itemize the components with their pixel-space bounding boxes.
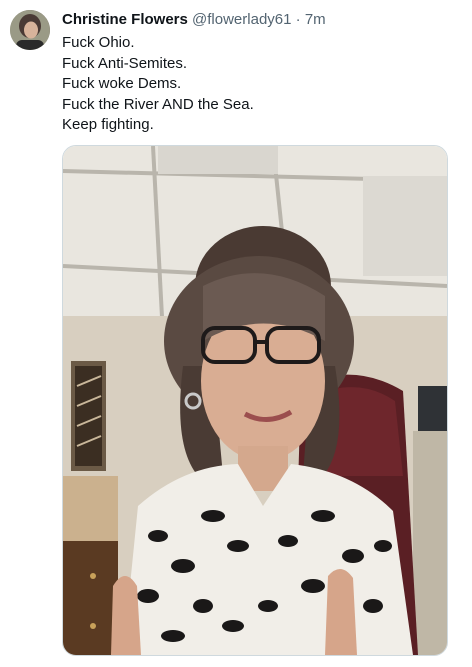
tweet-line: Fuck Anti-Semites. [62, 54, 188, 72]
tweet-header: Christine Flowers @flowerlady61 · 7m [62, 11, 326, 29]
tweet-line: Fuck the River AND the Sea. [62, 95, 254, 113]
tweet-photo[interactable] [62, 145, 448, 656]
tweet-line: Fuck woke Dems. [62, 75, 182, 92]
avatar[interactable] [10, 10, 50, 50]
tweet-line: Keep fighting. [62, 116, 154, 133]
tweet-card[interactable]: Christine Flowers @flowerlady61 · 7m Fuc… [0, 0, 472, 667]
photo-illustration [63, 146, 447, 655]
tweet-timestamp[interactable]: 7m [305, 11, 326, 28]
avatar-photo [10, 10, 50, 50]
author-handle[interactable]: @flowerlady61 [192, 11, 291, 28]
tweet-text: Fuck Ohio. Fuck Anti-Semites. Fuck woke … [62, 33, 254, 136]
tweet-line: Fuck Ohio. [62, 34, 135, 51]
author-name[interactable]: Christine Flowers [62, 11, 188, 28]
separator-dot: · [295, 11, 301, 28]
